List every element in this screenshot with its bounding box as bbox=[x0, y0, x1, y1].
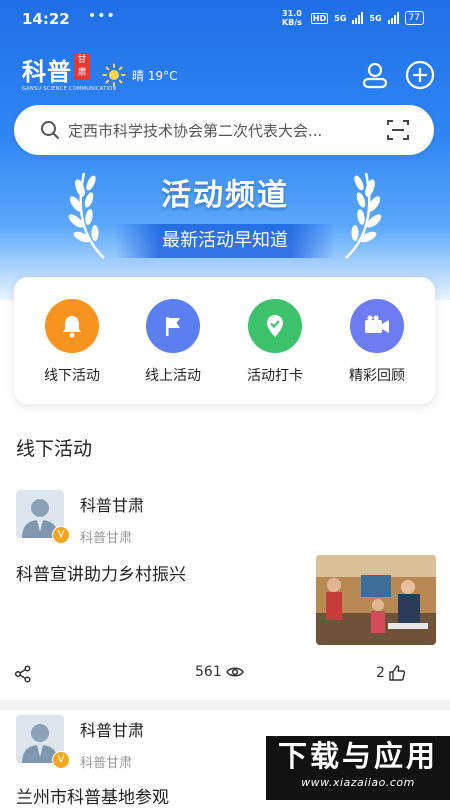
banner-subtitle: 最新活动早知道 bbox=[115, 224, 335, 258]
video-camera-icon bbox=[350, 299, 404, 353]
category-label: 线下活动 bbox=[44, 368, 100, 384]
sun-icon bbox=[102, 63, 126, 87]
post-thumbnail[interactable] bbox=[316, 555, 436, 645]
category-label: 精彩回顾 bbox=[349, 368, 405, 384]
category-checkin[interactable]: 活动打卡 bbox=[225, 299, 325, 385]
watermark-text: 下载与应用 bbox=[277, 739, 438, 773]
scan-icon[interactable] bbox=[386, 118, 410, 142]
author-subtitle: 科普甘肃 bbox=[80, 531, 133, 546]
user-profile-icon[interactable] bbox=[360, 60, 390, 90]
category-label: 线上活动 bbox=[145, 368, 201, 384]
category-online[interactable]: 线上活动 bbox=[123, 299, 223, 385]
watermark-logo: 下载与应用 www.xiazaiiao.com bbox=[266, 736, 450, 800]
search-icon bbox=[41, 121, 59, 139]
signal-label-2: 5G bbox=[369, 13, 382, 23]
category-offline[interactable]: 线下活动 bbox=[22, 299, 122, 385]
post-title[interactable]: 科普宣讲助力乡村振兴 bbox=[16, 560, 186, 585]
watermark-url: www.xiazaiiao.com bbox=[301, 776, 415, 789]
share-icon[interactable] bbox=[14, 665, 32, 683]
search-input[interactable]: 定西市科学技术协会第二次代表大会... bbox=[68, 120, 368, 141]
verified-badge-icon: V bbox=[52, 751, 70, 769]
battery-icon: 77 bbox=[404, 11, 424, 25]
signal-label-1: 5G bbox=[334, 13, 347, 23]
banner-title: 活动频道 bbox=[161, 178, 289, 213]
signal-bars-1-icon bbox=[352, 12, 364, 24]
add-icon[interactable] bbox=[405, 60, 435, 90]
author-subtitle: 科普甘肃 bbox=[80, 756, 133, 771]
weather-text: 晴 19°C bbox=[132, 68, 178, 83]
header-banner: 14:22 ••• 31.0 KB/s HD 5G 5G 77 科普 甘肃 GA… bbox=[0, 0, 450, 300]
post-title[interactable]: 兰州市科普基地参观 bbox=[16, 783, 169, 808]
net-speed: 31.0 KB/s bbox=[281, 9, 302, 27]
category-label: 活动打卡 bbox=[247, 368, 303, 384]
view-count: 561 bbox=[195, 664, 244, 680]
category-card: 线下活动 线上活动 活动打卡 精彩回顾 bbox=[14, 277, 435, 404]
bell-icon bbox=[45, 299, 99, 353]
thumbs-up-icon bbox=[389, 665, 405, 681]
hd-badge: HD bbox=[310, 12, 329, 24]
notification-dots: ••• bbox=[88, 8, 116, 24]
status-time: 14:22 bbox=[22, 10, 70, 28]
logo-seal-icon: 甘肃 bbox=[74, 54, 90, 80]
thumbnail-photo bbox=[316, 555, 436, 645]
search-bar[interactable]: 定西市科学技术协会第二次代表大会... bbox=[14, 105, 434, 155]
section-title: 线下活动 bbox=[16, 438, 93, 460]
status-bar: 14:22 ••• 31.0 KB/s HD 5G 5G 77 bbox=[0, 0, 450, 36]
like-button[interactable]: 2 bbox=[376, 664, 406, 682]
location-check-icon bbox=[248, 299, 302, 353]
author-name[interactable]: 科普甘肃 bbox=[80, 717, 144, 741]
flag-icon bbox=[146, 299, 200, 353]
author-name[interactable]: 科普甘肃 bbox=[80, 492, 144, 516]
eye-icon bbox=[225, 667, 244, 677]
verified-badge-icon: V bbox=[52, 526, 70, 544]
view-count-value: 561 bbox=[195, 664, 222, 680]
like-count: 2 bbox=[376, 665, 385, 681]
signal-bars-2-icon bbox=[387, 12, 399, 24]
weather-widget: 晴 19°C bbox=[102, 63, 177, 87]
section-divider bbox=[0, 700, 450, 710]
category-review[interactable]: 精彩回顾 bbox=[327, 299, 427, 385]
